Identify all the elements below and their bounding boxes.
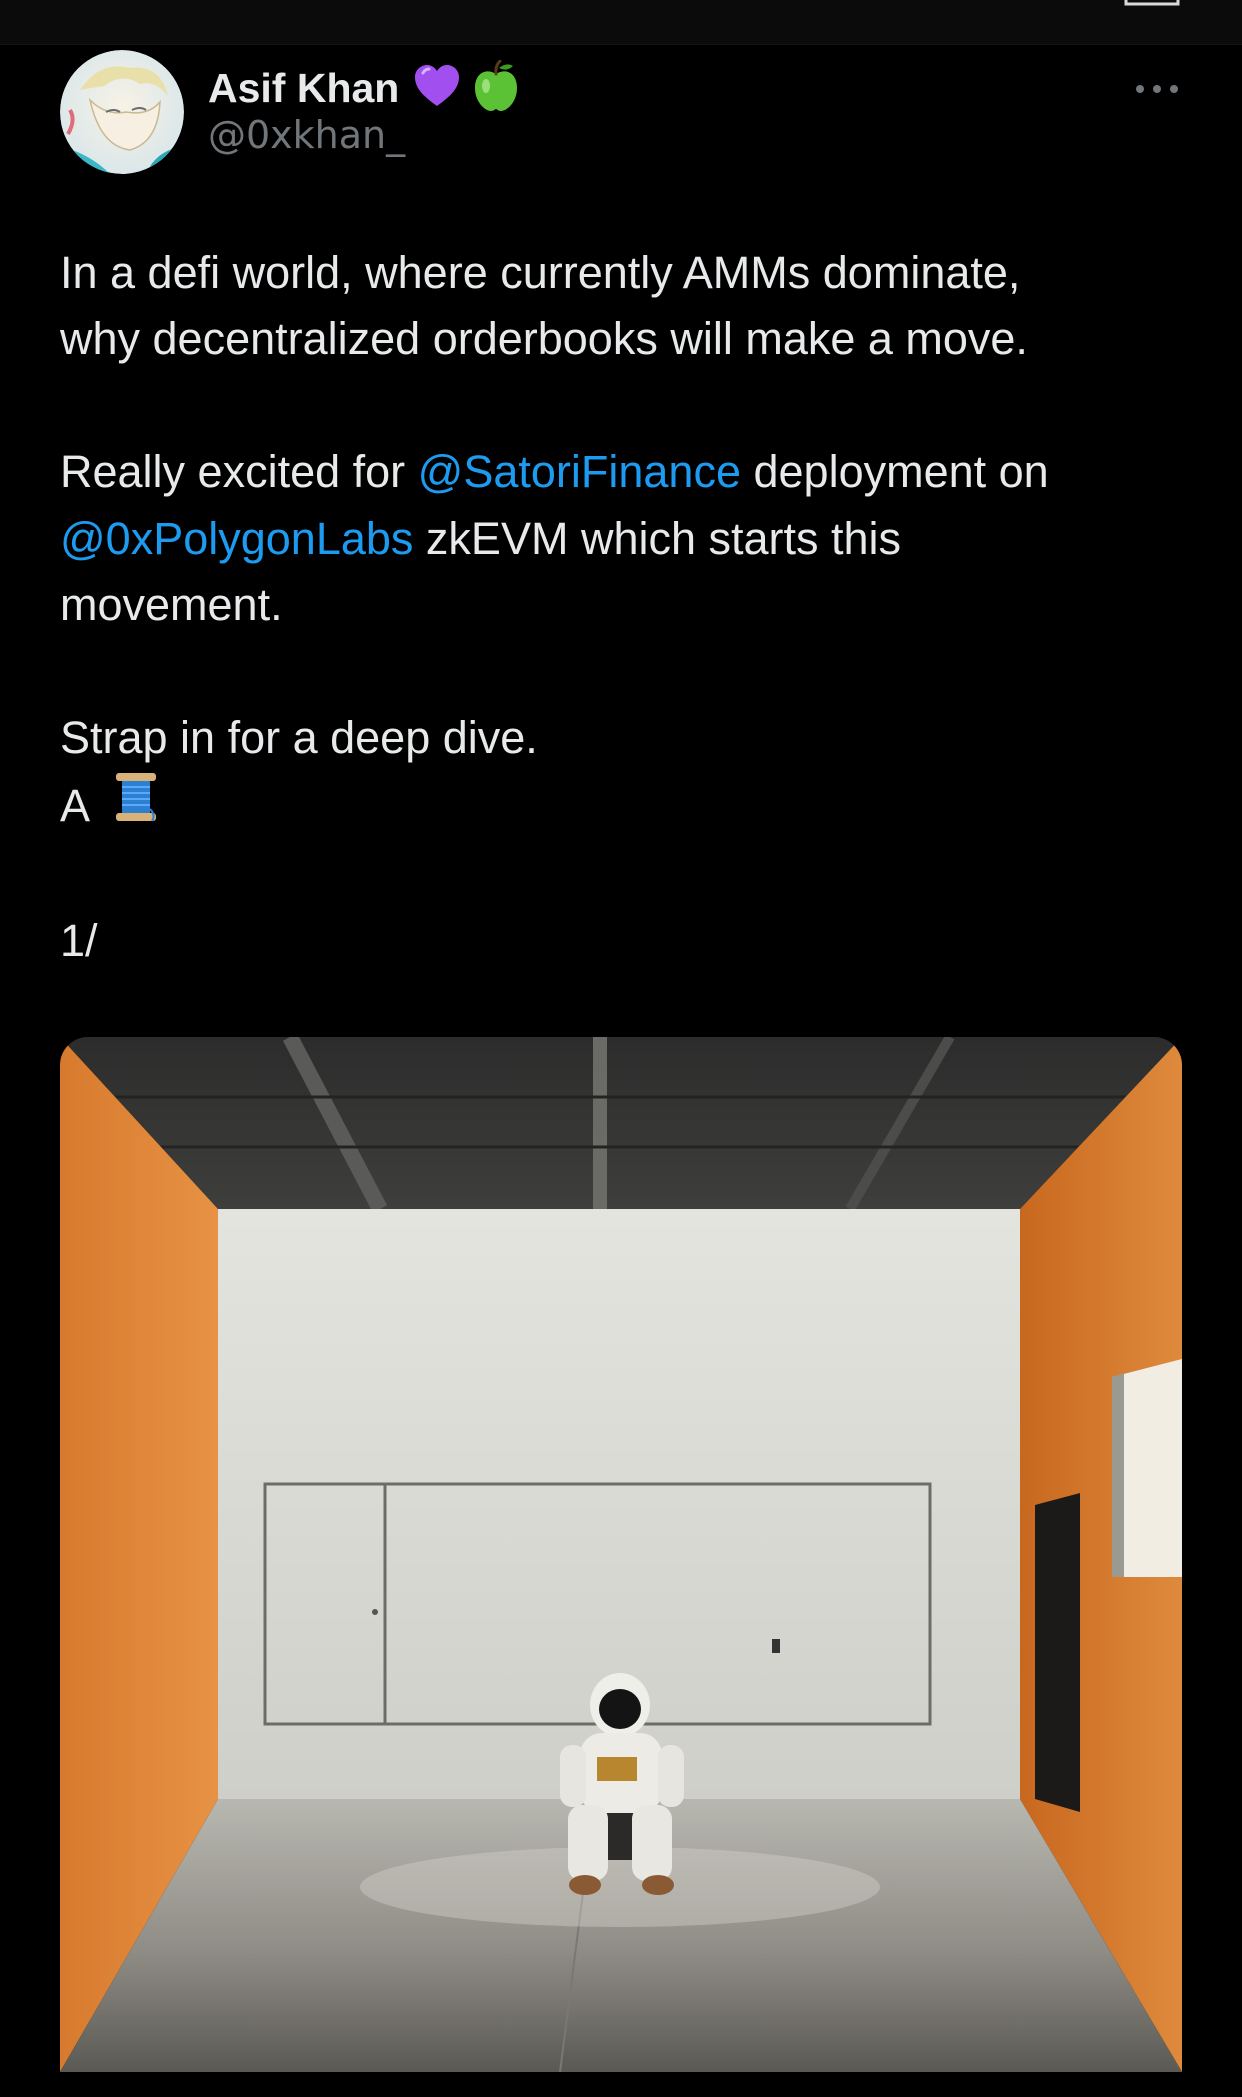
mention-polygon-labs[interactable]: @0xPolygonLabs [60, 513, 413, 564]
tweet-body: In a defi world, where currently AMMs do… [60, 240, 1180, 1041]
bottom-bar [0, 2072, 1242, 2097]
author-avatar[interactable] [60, 50, 184, 174]
author-handle[interactable]: @0xkhan_ [208, 110, 405, 160]
author-name-row[interactable]: Asif Khan [208, 59, 519, 117]
top-nav-bar [0, 0, 1242, 45]
tweet-text-segment: A [60, 780, 91, 832]
tweet-text-line: Strap in for a deep dive. [60, 711, 538, 763]
tweet-text-line: In a defi world, where currently AMMs do… [60, 247, 1021, 298]
tweet-paragraph-4: 1/ [60, 908, 1180, 974]
thread-line: A [60, 771, 1180, 841]
green-apple-icon [473, 59, 519, 117]
purple-heart-icon [413, 64, 461, 113]
more-options-icon[interactable] [1134, 74, 1180, 104]
tweet-text-line: movement. [60, 579, 283, 631]
compose-icon[interactable] [1124, 0, 1180, 8]
tweet-text-segment: zkEVM which starts this [413, 512, 902, 564]
spool-of-thread-icon [114, 771, 158, 841]
mention-satori-finance[interactable]: @SatoriFinance [418, 446, 741, 497]
tweet-text-segment: deployment on [740, 446, 1049, 498]
tweet-paragraph-3: Strap in for a deep dive. A [60, 705, 1180, 842]
tweet-paragraph-1: In a defi world, where currently AMMs do… [60, 240, 1180, 373]
tweet-text-line: 1/ [60, 915, 98, 967]
author-display-name[interactable]: Asif Khan [208, 60, 399, 116]
tweet-text-line: why decentralized orderbooks will make a… [60, 313, 1028, 365]
tweet-media-image[interactable] [60, 1037, 1182, 2072]
tweet-paragraph-2: Really excited for @SatoriFinance deploy… [60, 439, 1180, 638]
tweet-text-segment: Really excited for [60, 446, 418, 498]
